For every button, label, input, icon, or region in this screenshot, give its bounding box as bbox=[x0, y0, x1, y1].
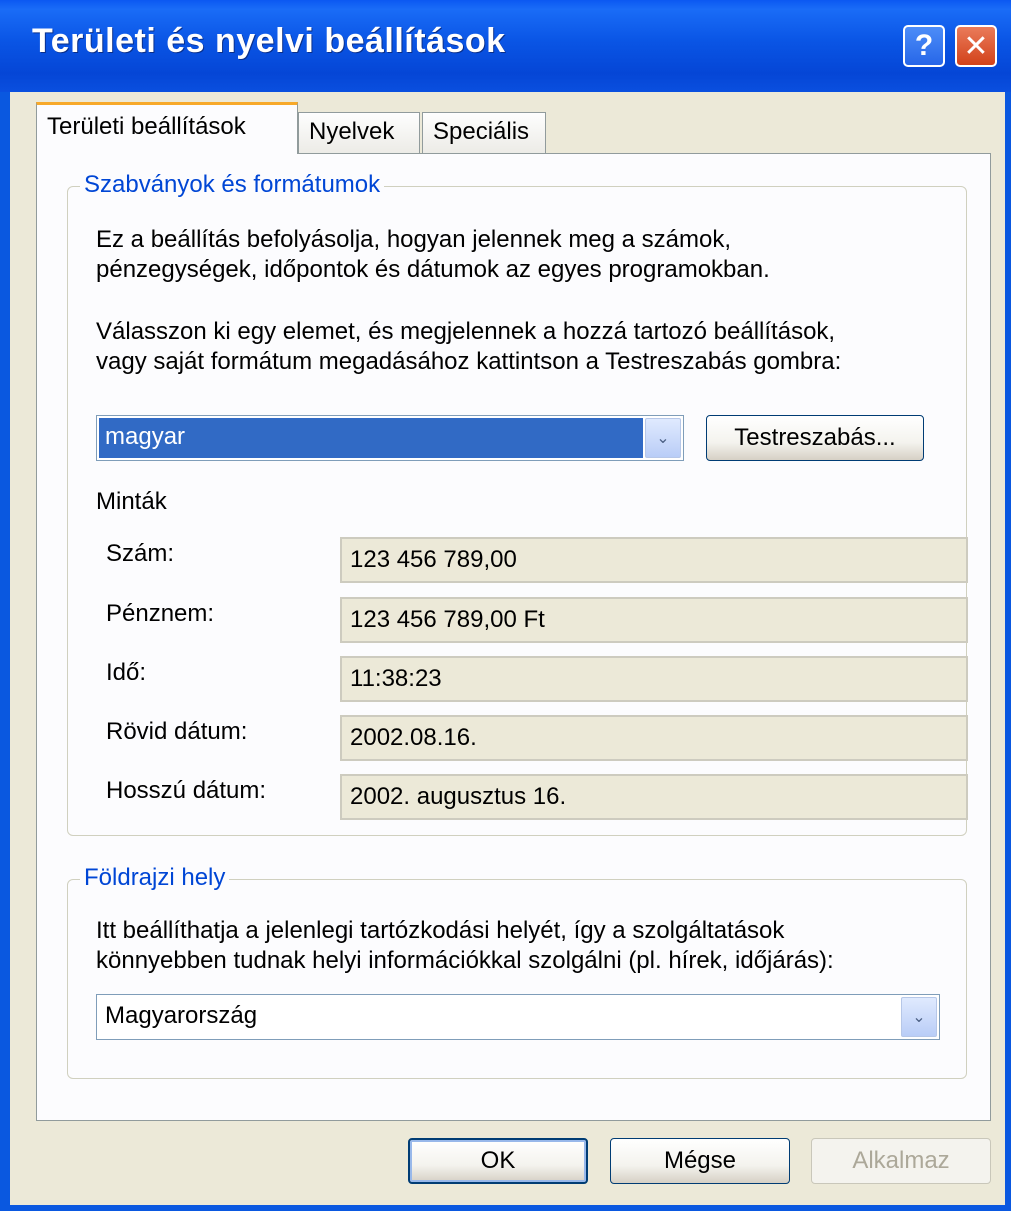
sample-long-date-value: 2002. augusztus 16. bbox=[340, 774, 968, 820]
title-bar[interactable]: Területi és nyelvi beállítások ? ✕ bbox=[0, 0, 1011, 92]
dialog-client-area: Területi beállítások Nyelvek Speciális S… bbox=[10, 92, 1005, 1205]
locale-select[interactable]: magyar ⌄ bbox=[96, 415, 684, 461]
sample-short-date-label: Rövid dátum: bbox=[106, 718, 248, 745]
standards-and-formats-group: Szabványok és formátumok Ez a beállítás … bbox=[67, 171, 968, 836]
customize-button[interactable]: Testreszabás... bbox=[706, 415, 924, 461]
sample-short-date-value: 2002.08.16. bbox=[340, 715, 968, 761]
chevron-down-icon[interactable]: ⌄ bbox=[645, 418, 681, 458]
sample-currency-label: Pénznem: bbox=[106, 600, 215, 627]
standards-description: Ez a beállítás befolyásolja, hogyan jele… bbox=[96, 225, 770, 285]
sample-currency-value: 123 456 789,00 Ft bbox=[340, 597, 968, 643]
location-group-label: Földrajzi hely bbox=[80, 864, 230, 892]
tab-advanced[interactable]: Speciális bbox=[422, 112, 546, 154]
ok-button[interactable]: OK bbox=[408, 1138, 588, 1184]
help-icon[interactable]: ? bbox=[903, 25, 945, 67]
standards-description-line2: pénzegységek, időpontok és dátumok az eg… bbox=[96, 256, 770, 283]
locale-select-value: magyar bbox=[99, 418, 643, 458]
location-description-line2: könnyebben tudnak helyi információkkal s… bbox=[96, 947, 834, 974]
tab-regional-settings[interactable]: Területi beállítások bbox=[36, 102, 298, 154]
window-title: Területi és nyelvi beállítások bbox=[32, 22, 506, 60]
sample-number-value: 123 456 789,00 bbox=[340, 537, 968, 583]
tab-panel: Szabványok és formátumok Ez a beállítás … bbox=[36, 153, 991, 1121]
location-description: Itt beállíthatja a jelenlegi tartózkodás… bbox=[96, 916, 834, 976]
standards-description-line1: Ez a beállítás befolyásolja, hogyan jele… bbox=[96, 226, 732, 253]
sample-long-date-label: Hosszú dátum: bbox=[106, 777, 267, 804]
apply-button[interactable]: Alkalmaz bbox=[811, 1138, 991, 1184]
location-group: Földrajzi hely Itt beállíthatja a jelenl… bbox=[67, 864, 967, 1079]
standards-instruction: Válasszon ki egy elemet, és megjelennek … bbox=[96, 317, 841, 377]
location-select-value: Magyarország bbox=[105, 1002, 258, 1029]
sample-time-label: Idő: bbox=[106, 659, 147, 686]
standards-instruction-line2: vagy saját formátum megadásához kattints… bbox=[96, 348, 842, 375]
close-icon[interactable]: ✕ bbox=[955, 25, 997, 67]
location-select[interactable]: Magyarország ⌄ bbox=[96, 994, 940, 1040]
tab-languages[interactable]: Nyelvek bbox=[298, 112, 420, 154]
cancel-button[interactable]: Mégse bbox=[610, 1138, 790, 1184]
samples-heading: Minták bbox=[96, 488, 167, 515]
sample-time-value: 11:38:23 bbox=[340, 656, 968, 702]
sample-number-label: Szám: bbox=[106, 540, 175, 567]
chevron-down-icon[interactable]: ⌄ bbox=[901, 997, 937, 1037]
dialog-window: Területi és nyelvi beállítások ? ✕ Terül… bbox=[0, 0, 1011, 1211]
location-description-line1: Itt beállíthatja a jelenlegi tartózkodás… bbox=[96, 917, 785, 944]
standards-instruction-line1: Válasszon ki egy elemet, és megjelennek … bbox=[96, 318, 836, 345]
standards-group-label: Szabványok és formátumok bbox=[80, 171, 385, 199]
